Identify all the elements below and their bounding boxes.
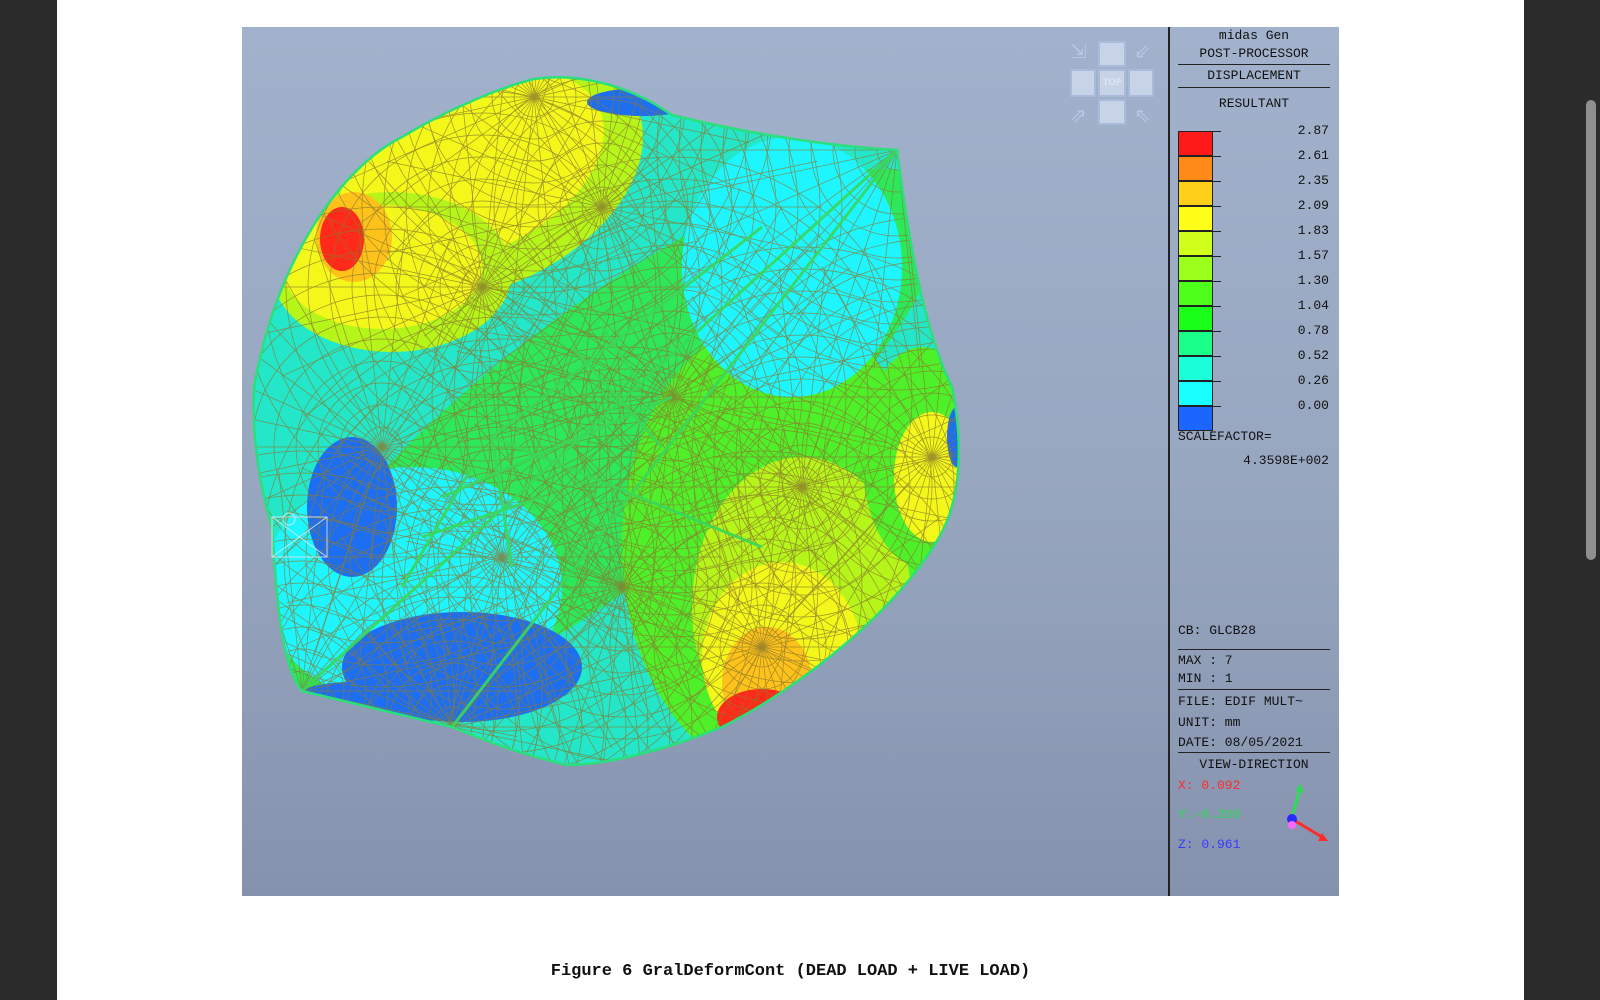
- legend-value: 1.83: [1297, 223, 1329, 238]
- legend-tick: [1213, 381, 1221, 382]
- legend-tick: [1213, 181, 1221, 182]
- legend-color-band: [1178, 306, 1213, 331]
- axis-triad-icon: [1287, 783, 1328, 841]
- divider: [1178, 649, 1330, 650]
- legend-value: 2.87: [1297, 123, 1329, 138]
- legend-header-postprocessor: POST-PROCESSOR: [1199, 46, 1309, 61]
- date: DATE: 08/05/2021: [1178, 735, 1303, 750]
- scalefactor-label: SCALEFACTOR=: [1178, 429, 1272, 444]
- legend-tick: [1213, 256, 1221, 257]
- legend-color-band: [1178, 156, 1213, 181]
- legend-value: 1.57: [1297, 248, 1329, 263]
- divider: [1178, 689, 1330, 690]
- scalefactor-value: 4.3598E+002: [1243, 453, 1329, 468]
- legend-tick: [1213, 231, 1221, 232]
- legend-value: 0.26: [1297, 373, 1329, 388]
- vertical-scrollbar[interactable]: [1586, 100, 1596, 560]
- unit: UNIT: mm: [1178, 715, 1241, 730]
- legend-tick: [1213, 206, 1221, 207]
- legend-tick: [1213, 356, 1221, 357]
- legend-tick: [1213, 131, 1221, 132]
- legend-value: 1.30: [1297, 273, 1329, 288]
- legend-result-type: DISPLACEMENT: [1207, 68, 1301, 83]
- legend-color-band: [1178, 281, 1213, 306]
- legend-tick: [1213, 406, 1221, 407]
- divider: [1178, 752, 1330, 753]
- legend-tick: [1213, 281, 1221, 282]
- legend-color-band: [1178, 231, 1213, 256]
- legend-color-band: [1178, 356, 1213, 381]
- legend-tick: [1213, 331, 1221, 332]
- load-combination: CB: GLCB28: [1178, 623, 1257, 638]
- contour-legend-panel: midas Gen POST-PROCESSOR DISPLACEMENT RE…: [1168, 27, 1339, 896]
- divider: [1178, 64, 1330, 65]
- legend-value: 2.61: [1297, 148, 1329, 163]
- legend-color-band: [1178, 256, 1213, 281]
- figure-image-viewport: ⇲ ⇙ TOP ⇗ ⇖ midas Gen POST-PROCESSOR DIS…: [242, 27, 1339, 896]
- divider: [1178, 87, 1330, 88]
- document-page: ⇲ ⇙ TOP ⇗ ⇖ midas Gen POST-PROCESSOR DIS…: [57, 0, 1524, 1000]
- min-node: MIN : 1: [1178, 671, 1233, 686]
- max-node: MAX : 7: [1178, 653, 1233, 668]
- figure-caption: Figure 6 GralDeformCont (DEAD LOAD + LIV…: [550, 962, 1031, 981]
- view-direction-title: VIEW-DIRECTION: [1199, 757, 1309, 772]
- view-direction-x: X: 0.092: [1178, 778, 1241, 793]
- legend-color-band: [1178, 381, 1213, 406]
- legend-value: 0.52: [1297, 348, 1329, 363]
- legend-color-band: [1178, 331, 1213, 356]
- legend-color-band: [1178, 206, 1213, 231]
- legend-value: 2.35: [1297, 173, 1329, 188]
- legend-color-band: [1178, 131, 1213, 156]
- view-direction-y: Y:-0.260: [1178, 807, 1241, 822]
- legend-tick: [1213, 306, 1221, 307]
- view-cube-top-face[interactable]: [1098, 41, 1126, 67]
- view-cube-top-label[interactable]: TOP: [1098, 69, 1126, 97]
- view-arrow-bottom-left-icon[interactable]: ⇗: [1070, 105, 1087, 125]
- fea-deformed-shape-contour: [252, 76, 961, 767]
- view-cube[interactable]: ⇲ ⇙ TOP ⇗ ⇖: [1070, 41, 1156, 127]
- view-cube-left-face[interactable]: [1070, 69, 1096, 97]
- legend-tick: [1213, 156, 1221, 157]
- legend-color-band: [1178, 181, 1213, 206]
- legend-value: 0.78: [1297, 323, 1329, 338]
- legend-color-band: [1178, 406, 1213, 431]
- view-cube-bottom-face[interactable]: [1098, 99, 1126, 125]
- legend-value: 2.09: [1297, 198, 1329, 213]
- view-arrow-top-right-icon[interactable]: ⇙: [1134, 41, 1151, 61]
- view-direction-z: Z: 0.961: [1178, 837, 1241, 852]
- legend-value: 1.04: [1297, 298, 1329, 313]
- view-cube-right-face[interactable]: [1128, 69, 1154, 97]
- view-arrow-bottom-right-icon[interactable]: ⇖: [1134, 105, 1151, 125]
- legend-component: RESULTANT: [1218, 96, 1290, 111]
- legend-value: 0.00: [1297, 398, 1329, 413]
- view-arrow-top-left-icon[interactable]: ⇲: [1070, 41, 1087, 61]
- legend-header-software: midas Gen: [1218, 28, 1290, 43]
- file-name: FILE: EDIF MULT~: [1178, 694, 1303, 709]
